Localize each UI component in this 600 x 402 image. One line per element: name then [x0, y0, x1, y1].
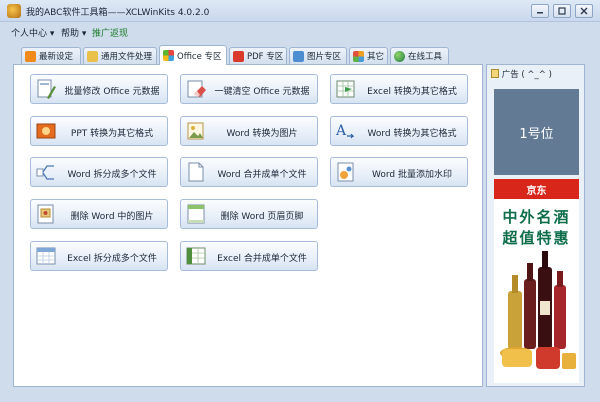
watermark-icon [337, 162, 354, 182]
function-label: Word 转换为图片 [226, 129, 298, 139]
word-to-image-button[interactable]: Word 转换为图片 [180, 116, 318, 146]
tab-pdf[interactable]: PDF 专区 [229, 47, 287, 64]
tab-label: 在线工具 [408, 52, 443, 62]
function-label: 一键清空 Office 元数据 [214, 87, 310, 97]
word-merge-button[interactable]: Word 合并成单个文件 [180, 157, 318, 187]
restore-icon [558, 7, 566, 15]
office-icon [163, 50, 174, 61]
delete-header-footer-button[interactable]: 删除 Word 页眉页脚 [180, 199, 318, 229]
header-footer-icon [187, 204, 205, 224]
image-icon [293, 50, 304, 62]
wine-bottles-image [500, 251, 576, 369]
excel-split-icon [36, 247, 56, 265]
delete-image-icon [37, 204, 54, 224]
close-button[interactable] [575, 4, 593, 18]
ad-slot-1[interactable]: 1号位 [494, 89, 579, 175]
tab-label: PDF 专区 [247, 52, 284, 62]
ppt-convert-button[interactable]: PPT 转换为其它格式 [30, 116, 168, 146]
globe-icon [394, 50, 405, 62]
word-watermark-button[interactable]: Word 批量添加水印 [330, 157, 468, 187]
function-label: Excel 拆分成多个文件 [67, 254, 157, 264]
function-label: Excel 转换为其它格式 [367, 87, 457, 97]
window-title: 我的ABC软件工具箱——XCLWinKits 4.0.2.0 [26, 8, 210, 18]
eraser-icon [187, 80, 206, 98]
tab-other[interactable]: 其它 [349, 47, 388, 64]
tab-general-files[interactable]: 通用文件处理 [83, 47, 157, 64]
tab-label: 图片专区 [307, 52, 342, 62]
ad-headline-1: 中外名酒 [502, 208, 571, 226]
rss-icon [25, 50, 36, 62]
excel-convert-button[interactable]: Excel 转换为其它格式 [330, 74, 468, 104]
office-edit-icon [37, 79, 56, 99]
tab-images[interactable]: 图片专区 [289, 47, 347, 64]
svg-text:A: A [335, 123, 347, 139]
batch-edit-office-metadata-button[interactable]: 批量修改 Office 元数据 [30, 74, 168, 104]
office-tools-panel: 批量修改 Office 元数据 一键清空 Office 元数据 Excel 转换… [13, 64, 483, 387]
tab-online-tools[interactable]: 在线工具 [390, 47, 449, 64]
pdf-icon [233, 50, 244, 62]
app-logo-icon [7, 4, 21, 18]
ad-panel: 广告 ( ^_^ ) 1号位 京东 中外名酒 超值特惠 [486, 64, 585, 387]
function-label: Word 转换为其它格式 [367, 129, 457, 139]
tab-label: 其它 [367, 52, 385, 62]
jd-logo: 京东 [494, 179, 579, 199]
ad-panel-title: 广告 ( ^_^ ) [491, 68, 552, 80]
tab-label: 最新设定 [39, 52, 74, 62]
grid-icon [353, 50, 364, 62]
word-split-button[interactable]: Word 拆分成多个文件 [30, 157, 168, 187]
function-label: Word 合并成单个文件 [217, 170, 307, 180]
word-convert-button[interactable]: A Word 转换为其它格式 [330, 116, 468, 146]
excel-merge-button[interactable]: Excel 合并成单个文件 [180, 241, 318, 271]
excel-merge-icon [186, 247, 206, 265]
excel-split-button[interactable]: Excel 拆分成多个文件 [30, 241, 168, 271]
menu-bar: 个人中心 ▾ 帮助 ▾ 推广返现 [0, 22, 600, 42]
delete-word-images-button[interactable]: 删除 Word 中的图片 [30, 199, 168, 229]
minimize-button[interactable] [531, 4, 549, 18]
status-bar [0, 390, 600, 402]
excel-convert-icon [336, 80, 355, 98]
function-label: 删除 Word 页眉页脚 [220, 212, 304, 222]
function-label: Word 拆分成多个文件 [67, 170, 157, 180]
jd-brand-text: 京东 [526, 185, 547, 197]
split-icon [36, 165, 54, 180]
function-label: 批量修改 Office 元数据 [64, 87, 160, 97]
clear-office-metadata-button[interactable]: 一键清空 Office 元数据 [180, 74, 318, 104]
close-icon [580, 7, 588, 15]
ad-slot-label: 1号位 [519, 126, 554, 142]
function-label: Word 批量添加水印 [372, 170, 452, 180]
ppt-icon [36, 123, 56, 139]
function-label: 删除 Word 中的图片 [70, 212, 154, 222]
tab-latest-settings[interactable]: 最新设定 [21, 47, 81, 64]
font-convert-icon: A [335, 123, 355, 139]
tab-office[interactable]: Office 专区 [159, 45, 227, 65]
minimize-icon [537, 12, 543, 14]
folder-icon [87, 50, 98, 62]
tab-strip: 最新设定 通用文件处理 Office 专区 PDF 专区 图片专区 其它 在线工… [6, 45, 484, 65]
menu-referral[interactable]: 推广返现 [92, 26, 128, 39]
word-image-icon [187, 122, 204, 140]
title-bar: 我的ABC软件工具箱——XCLWinKits 4.0.2.0 [0, 0, 600, 22]
restore-button[interactable] [553, 4, 571, 18]
function-label: PPT 转换为其它格式 [70, 129, 154, 139]
menu-personal-center[interactable]: 个人中心 ▾ [11, 26, 54, 39]
tab-label: 通用文件处理 [101, 52, 153, 62]
ad-headline-2: 超值特惠 [502, 229, 571, 247]
tab-label: Office 专区 [177, 51, 222, 62]
jd-wine-ad-banner[interactable]: 京东 中外名酒 超值特惠 [494, 179, 579, 383]
merge-document-icon [188, 162, 204, 182]
ad-title-text: 广告 ( ^_^ ) [501, 70, 552, 80]
advert-icon [491, 69, 499, 78]
menu-help[interactable]: 帮助 ▾ [61, 26, 86, 39]
function-label: Excel 合并成单个文件 [217, 254, 307, 264]
